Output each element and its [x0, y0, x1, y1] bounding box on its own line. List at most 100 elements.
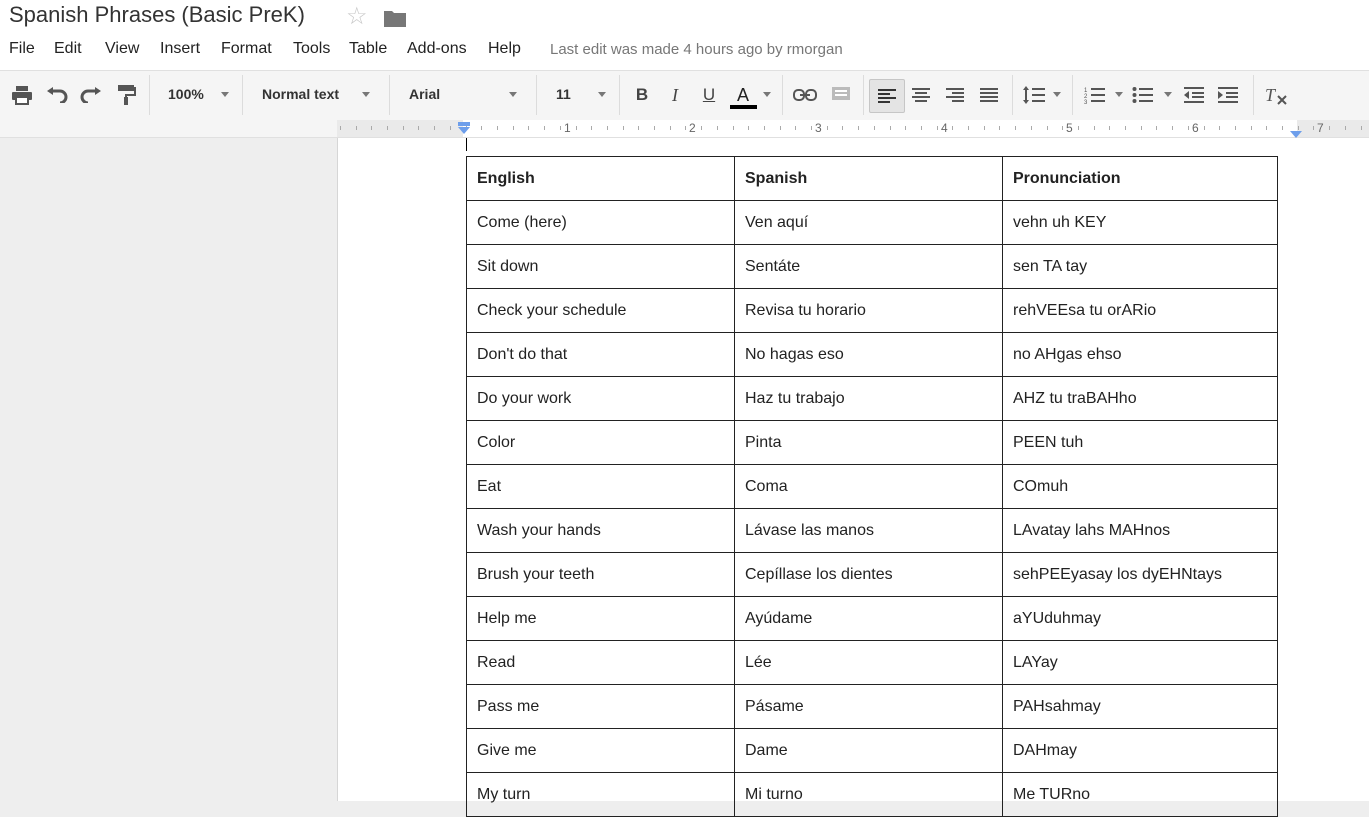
- table-cell-english[interactable]: Pass me: [466, 684, 735, 729]
- decrease-indent-icon[interactable]: [1180, 81, 1208, 109]
- table-cell-pronunciation[interactable]: sehPEEyasay los dyEHNtays: [1002, 552, 1278, 597]
- numbered-list-icon[interactable]: 123: [1081, 81, 1109, 109]
- document-title[interactable]: Spanish Phrases (Basic PreK): [9, 2, 305, 28]
- ruler-tick: [481, 126, 482, 130]
- table-cell-english[interactable]: Do your work: [466, 376, 735, 421]
- table-cell-spanish[interactable]: Pásame: [734, 684, 1003, 729]
- menu-addons[interactable]: Add-ons: [407, 40, 467, 58]
- zoom-select[interactable]: 100%: [168, 86, 204, 102]
- table-cell-english[interactable]: Sit down: [466, 244, 735, 289]
- table-cell-spanish[interactable]: Sentáte: [734, 244, 1003, 289]
- bold-button[interactable]: B: [629, 81, 655, 109]
- font-size-chevron-down-icon[interactable]: [598, 92, 606, 97]
- table-cell-english[interactable]: Brush your teeth: [466, 552, 735, 597]
- menu-help[interactable]: Help: [488, 40, 521, 58]
- table-cell-spanish[interactable]: Cepíllase los dientes: [734, 552, 1003, 597]
- bulleted-list-chevron-down-icon[interactable]: [1164, 92, 1172, 97]
- table-cell-spanish[interactable]: Coma: [734, 464, 1003, 509]
- table-cell-pronunciation[interactable]: DAHmay: [1002, 728, 1278, 773]
- document-page[interactable]: English Spanish Pronunciation Come (here…: [337, 138, 1369, 817]
- menu-edit[interactable]: Edit: [54, 40, 82, 58]
- menu-tools[interactable]: Tools: [293, 40, 330, 58]
- align-center-button[interactable]: [907, 81, 935, 109]
- clear-formatting-icon[interactable]: T: [1262, 81, 1290, 109]
- table-cell-spanish[interactable]: Lávase las manos: [734, 508, 1003, 553]
- table-cell-english[interactable]: Eat: [466, 464, 735, 509]
- table-cell-english[interactable]: Give me: [466, 728, 735, 773]
- menu-file[interactable]: File: [9, 40, 35, 58]
- table-cell-spanish[interactable]: Ven aquí: [734, 200, 1003, 245]
- line-spacing-icon[interactable]: [1020, 81, 1048, 109]
- star-icon[interactable]: ☆: [346, 4, 368, 30]
- table-cell-pronunciation[interactable]: PEEN tuh: [1002, 420, 1278, 465]
- table-cell-spanish[interactable]: Lée: [734, 640, 1003, 685]
- ruler-tick: [497, 126, 498, 130]
- font-size-select[interactable]: 11: [556, 86, 571, 102]
- header-cell-pronunciation[interactable]: Pronunciation: [1002, 156, 1278, 201]
- table-cell-english[interactable]: Wash your hands: [466, 508, 735, 553]
- underline-button[interactable]: U: [696, 81, 722, 109]
- menu-table[interactable]: Table: [349, 40, 387, 58]
- menu-insert[interactable]: Insert: [160, 40, 200, 58]
- print-icon[interactable]: [9, 81, 35, 109]
- menu-view[interactable]: View: [105, 40, 139, 58]
- table-cell-english[interactable]: Help me: [466, 596, 735, 641]
- link-icon[interactable]: [791, 81, 819, 109]
- folder-icon[interactable]: [383, 8, 407, 33]
- table-cell-spanish[interactable]: Ayúdame: [734, 596, 1003, 641]
- table-cell-english[interactable]: Come (here): [466, 200, 735, 245]
- table-cell-spanish[interactable]: Pinta: [734, 420, 1003, 465]
- paint-format-icon[interactable]: [113, 81, 139, 109]
- italic-button[interactable]: I: [662, 81, 688, 109]
- align-right-button[interactable]: [941, 81, 969, 109]
- table-cell-spanish[interactable]: Dame: [734, 728, 1003, 773]
- table-cell-spanish[interactable]: Mi turno: [734, 772, 1003, 817]
- ruler-tick: [984, 126, 985, 130]
- ruler-tick: [1329, 126, 1330, 130]
- ruler-number: 1: [564, 121, 571, 135]
- redo-icon[interactable]: [78, 81, 104, 109]
- table-cell-pronunciation[interactable]: LAYay: [1002, 640, 1278, 685]
- font-select[interactable]: Arial: [409, 86, 440, 102]
- table-cell-spanish[interactable]: No hagas eso: [734, 332, 1003, 377]
- style-chevron-down-icon[interactable]: [362, 92, 370, 97]
- table-cell-pronunciation[interactable]: LAvatay lahs MAHnos: [1002, 508, 1278, 553]
- menu-format[interactable]: Format: [221, 40, 272, 58]
- text-color-chevron-down-icon[interactable]: [763, 92, 771, 97]
- table-cell-english[interactable]: My turn: [466, 772, 735, 817]
- phrase-table[interactable]: English Spanish Pronunciation Come (here…: [466, 156, 1278, 817]
- header-cell-english[interactable]: English: [466, 156, 735, 201]
- bulleted-list-icon[interactable]: [1129, 81, 1157, 109]
- table-cell-pronunciation[interactable]: aYUduhmay: [1002, 596, 1278, 641]
- table-cell-pronunciation[interactable]: sen TA tay: [1002, 244, 1278, 289]
- last-edit-status[interactable]: Last edit was made 4 hours ago by rmorga…: [550, 41, 843, 58]
- ruler-tick: [858, 126, 859, 130]
- table-cell-english[interactable]: Color: [466, 420, 735, 465]
- table-cell-pronunciation[interactable]: AHZ tu traBAHho: [1002, 376, 1278, 421]
- ruler-number: 4: [941, 121, 948, 135]
- table-cell-pronunciation[interactable]: PAHsahmay: [1002, 684, 1278, 729]
- style-select[interactable]: Normal text: [262, 86, 339, 102]
- table-cell-english[interactable]: Check your schedule: [466, 288, 735, 333]
- table-cell-english[interactable]: Don't do that: [466, 332, 735, 377]
- ruler-tick: [890, 126, 891, 130]
- increase-indent-icon[interactable]: [1214, 81, 1242, 109]
- comment-icon[interactable]: [828, 81, 854, 109]
- header-cell-spanish[interactable]: Spanish: [734, 156, 1003, 201]
- zoom-chevron-down-icon[interactable]: [221, 92, 229, 97]
- line-spacing-chevron-down-icon[interactable]: [1053, 92, 1061, 97]
- table-cell-pronunciation[interactable]: COmuh: [1002, 464, 1278, 509]
- table-cell-pronunciation[interactable]: rehVEEsa tu orARio: [1002, 288, 1278, 333]
- undo-icon[interactable]: [44, 81, 70, 109]
- table-cell-spanish[interactable]: Revisa tu horario: [734, 288, 1003, 333]
- table-cell-spanish[interactable]: Haz tu trabajo: [734, 376, 1003, 421]
- table-cell-english[interactable]: Read: [466, 640, 735, 685]
- table-cell-pronunciation[interactable]: vehn uh KEY: [1002, 200, 1278, 245]
- table-cell-pronunciation[interactable]: no AHgas ehso: [1002, 332, 1278, 377]
- justify-button[interactable]: [975, 81, 1003, 109]
- numbered-list-chevron-down-icon[interactable]: [1115, 92, 1123, 97]
- align-left-button[interactable]: [869, 79, 905, 113]
- ruler-tick: [842, 126, 843, 130]
- font-chevron-down-icon[interactable]: [509, 92, 517, 97]
- table-cell-pronunciation[interactable]: Me TURno: [1002, 772, 1278, 817]
